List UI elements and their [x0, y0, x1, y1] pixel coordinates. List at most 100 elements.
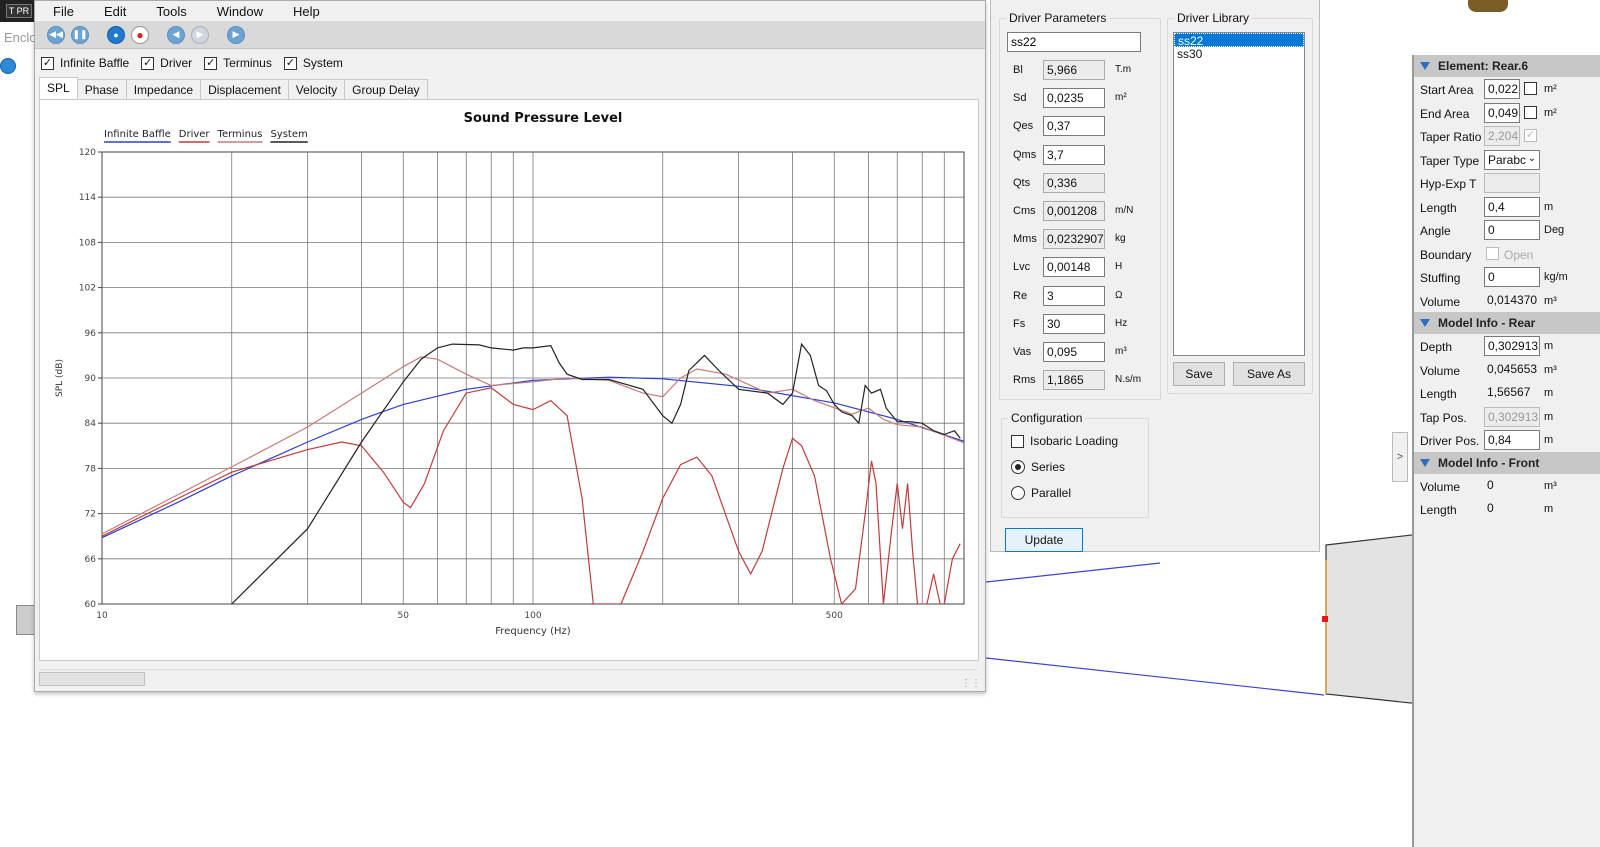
- update-button[interactable]: Update: [1005, 528, 1083, 552]
- scrollbar-thumb[interactable]: [39, 672, 145, 686]
- option-label: Parallel: [1031, 486, 1072, 500]
- resize-grip-icon[interactable]: ⋮⋮: [961, 678, 981, 689]
- param-label: Rms: [1013, 374, 1036, 387]
- unit-label: m³: [1544, 479, 1557, 492]
- checkbox-icon[interactable]: [1524, 105, 1537, 119]
- rear-volume-row: Volume 0,045653 m³: [1414, 358, 1600, 382]
- library-item-ss22[interactable]: ss22: [1174, 33, 1304, 48]
- section-title: Element: Rear.6: [1438, 59, 1529, 73]
- element-header[interactable]: Element: Rear.6: [1414, 55, 1600, 77]
- toolbar: ◀◀ ❚❚ ● ● ◀ ▶ ▶: [35, 21, 985, 49]
- angle-input[interactable]: 0: [1484, 220, 1540, 240]
- horizontal-scrollbar[interactable]: [39, 669, 977, 687]
- menu-file[interactable]: File: [49, 4, 78, 19]
- radio-selected-icon[interactable]: [1011, 460, 1025, 474]
- y-tick-label: 72: [85, 510, 96, 520]
- checkbox-icon[interactable]: ✓: [141, 56, 155, 70]
- unit-label: m³: [1544, 294, 1557, 307]
- tab-impedance[interactable]: Impedance: [125, 79, 202, 99]
- series-line-driver: [102, 387, 961, 604]
- checkbox-icon[interactable]: [1011, 434, 1024, 448]
- depth-input[interactable]: 0,302913: [1484, 336, 1540, 356]
- library-item-ss30[interactable]: ss30: [1174, 47, 1304, 61]
- unit-label: kg/m: [1544, 271, 1568, 283]
- checkbox-icon[interactable]: ✓: [204, 56, 218, 70]
- tab-displacement[interactable]: Displacement: [200, 79, 289, 99]
- record-blue-icon[interactable]: ●: [107, 25, 125, 44]
- param-sd-input[interactable]: 0,0235: [1043, 88, 1105, 109]
- collapse-triangle-icon[interactable]: [1420, 458, 1430, 467]
- toggle-driver[interactable]: ✓ Driver: [141, 56, 192, 70]
- model-front-header[interactable]: Model Info - Front: [1414, 451, 1600, 474]
- length-input[interactable]: 0,4: [1484, 196, 1540, 217]
- checkbox-icon[interactable]: ✓: [283, 56, 297, 70]
- param-vas-input[interactable]: 0,095: [1043, 342, 1105, 362]
- toggle-system[interactable]: ✓ System: [283, 56, 343, 70]
- driver-name-input[interactable]: [1007, 32, 1141, 52]
- toggle-infinite-baffle[interactable]: ✓ Infinite Baffle: [41, 56, 129, 70]
- model-rear-header[interactable]: Model Info - Rear: [1414, 312, 1600, 334]
- driver-marker: [1322, 616, 1328, 622]
- menu-edit[interactable]: Edit: [100, 4, 130, 19]
- group-title: Configuration: [1008, 411, 1086, 425]
- field-label: Length: [1420, 200, 1457, 215]
- taper-type-select[interactable]: Parabc ⌄: [1484, 149, 1540, 170]
- length-row: Length 0,4 m: [1414, 195, 1600, 219]
- field-label: Stuffing: [1420, 271, 1461, 285]
- save-button[interactable]: Save: [1173, 362, 1225, 386]
- menu-bar: File Edit Tools Window Help: [35, 1, 985, 21]
- menu-window[interactable]: Window: [213, 4, 267, 19]
- field-label: Tap Pos.: [1420, 410, 1467, 425]
- end-area-input[interactable]: 0,049: [1484, 102, 1520, 123]
- tab-spl[interactable]: SPL: [39, 77, 78, 99]
- rewind-icon[interactable]: ◀◀: [47, 25, 65, 44]
- stuffing-input[interactable]: 0: [1484, 267, 1540, 287]
- series-radio[interactable]: Series: [1011, 460, 1065, 474]
- param-qms-input[interactable]: 3,7: [1043, 144, 1105, 165]
- start-area-row: Start Area 0,022 m²: [1414, 77, 1600, 101]
- driver-pos-input[interactable]: 0,84: [1484, 430, 1540, 450]
- expand-arrow-icon[interactable]: >: [1392, 432, 1408, 482]
- record-red-icon[interactable]: ●: [131, 25, 149, 44]
- prev-icon[interactable]: ◀: [167, 25, 185, 44]
- param-qes-input[interactable]: 0,37: [1043, 116, 1105, 137]
- save-as-button[interactable]: Save As: [1233, 362, 1305, 386]
- collapse-triangle-icon[interactable]: [1420, 319, 1430, 327]
- field-label: Start Area: [1420, 83, 1474, 97]
- param-label: Re: [1013, 289, 1028, 302]
- menu-help[interactable]: Help: [289, 4, 324, 19]
- checkbox-icon[interactable]: [1524, 82, 1537, 95]
- field-label: Volume: [1420, 294, 1461, 309]
- spl-chart[interactable]: 60 66 72 78 84 90 96 102 108 114 120 10 50 100 500 Soun…: [44, 104, 982, 658]
- plot-area: 60 66 72 78 84 90 96 102 108 114 120 10 50 100 500 Soun…: [39, 99, 979, 661]
- param-re-input[interactable]: 3: [1043, 285, 1105, 306]
- radio-icon[interactable]: [1011, 486, 1025, 500]
- field-label: Volume: [1420, 479, 1461, 494]
- taper-type-row: Taper Type Parabc ⌄: [1414, 148, 1600, 172]
- isobaric-checkbox[interactable]: Isobaric Loading: [1011, 434, 1118, 448]
- group-title: Driver Library: [1174, 11, 1253, 25]
- checkbox-icon[interactable]: ✓: [41, 56, 54, 70]
- tab-velocity[interactable]: Velocity: [287, 79, 346, 99]
- driver-library-list[interactable]: ss22 ss30: [1173, 32, 1305, 356]
- tab-phase[interactable]: Phase: [76, 79, 127, 99]
- tab-group-delay[interactable]: Group Delay: [344, 79, 428, 99]
- play-icon[interactable]: ▶: [227, 25, 245, 44]
- enclosure-tab-label[interactable]: Enclo: [4, 30, 37, 45]
- menu-tools[interactable]: Tools: [152, 4, 190, 19]
- param-unit: T.m: [1115, 64, 1132, 75]
- boundary-option-label: Open: [1504, 247, 1534, 262]
- unit-label: m: [1544, 340, 1554, 352]
- group-title: Driver Parameters: [1006, 11, 1110, 25]
- y-tick-label: 90: [85, 374, 97, 384]
- play-icon[interactable]: [0, 58, 16, 74]
- toggle-terminus[interactable]: ✓ Terminus: [204, 56, 272, 70]
- option-label: Series: [1031, 460, 1066, 474]
- param-lvc-input[interactable]: 0,00148: [1043, 257, 1105, 278]
- param-fs-input[interactable]: 30: [1043, 313, 1105, 334]
- select-value: Parabc: [1488, 152, 1527, 167]
- start-area-input[interactable]: 0,022: [1484, 79, 1520, 99]
- parallel-radio[interactable]: Parallel: [1011, 486, 1071, 500]
- collapse-triangle-icon[interactable]: [1420, 62, 1430, 70]
- pause-icon[interactable]: ❚❚: [71, 25, 89, 44]
